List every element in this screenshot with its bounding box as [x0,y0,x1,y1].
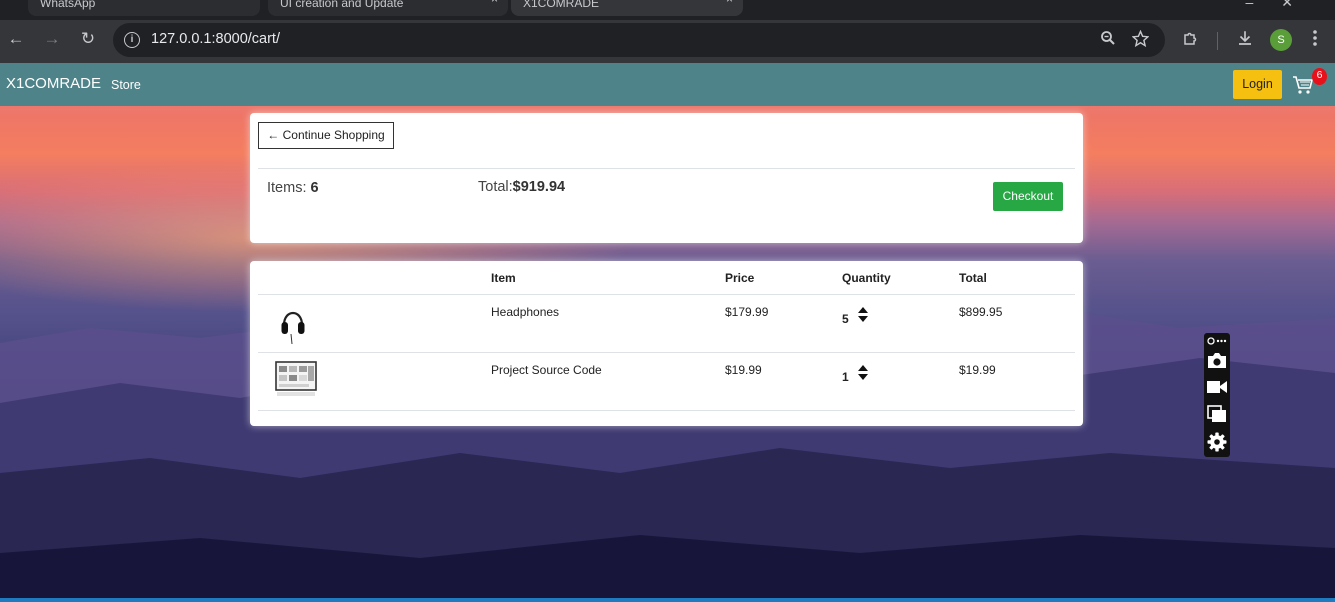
arrow-up-icon[interactable] [858,365,868,371]
quantity-stepper[interactable] [858,365,868,381]
cart-icon[interactable] [1292,75,1314,95]
quantity-stepper[interactable] [858,307,868,323]
tab-label: X1COMRADE [523,0,600,10]
cart-items-card: Item Price Quantity Total Headphones $17… [250,261,1083,426]
video-record-icon[interactable] [1207,379,1227,395]
total-label-text: Total: [478,179,513,195]
back-arrow-icon[interactable]: ← [5,28,27,50]
item-name[interactable]: Headphones [491,305,559,319]
tab-label: WhatsApp [40,0,96,10]
forward-arrow-icon[interactable]: → [41,28,63,50]
tab-label: UI creation and Update [280,0,404,10]
cart-count-badge: 6 [1312,68,1327,85]
items-label-text: Items: [267,180,311,196]
row-divider [258,352,1075,353]
camera-icon[interactable] [1207,351,1227,369]
arrow-down-icon[interactable] [858,316,868,322]
login-button[interactable]: Login [1233,70,1282,99]
order-total-label: Total:$919.94 [478,179,565,195]
site-navbar: X1COMRADE Store Login 6 [0,63,1335,106]
arrow-up-icon[interactable] [858,307,868,313]
browser-tabstrip: WhatsApp UI creation and Update × X1COMRA… [0,0,1335,20]
column-header-quantity: Quantity [842,271,891,285]
url-text[interactable]: 127.0.0.1:8000/cart/ [151,31,280,47]
items-count-label: Items: 6 [267,180,319,196]
divider [258,168,1075,169]
capture-extension-toolbar [1204,333,1230,457]
item-price: $19.99 [725,363,762,377]
items-count-value: 6 [310,180,319,196]
nav-link-store[interactable]: Store [111,78,141,92]
settings-gear-icon[interactable] [1207,432,1227,452]
site-info-icon[interactable]: i [124,32,140,48]
zoom-icon[interactable] [1100,30,1116,51]
item-quantity: 1 [842,370,849,384]
extension-more-icon[interactable] [1207,336,1227,346]
taskbar-edge [0,598,1335,602]
close-icon[interactable]: × [491,0,498,5]
column-header-price: Price [725,271,755,285]
profile-avatar[interactable]: S [1270,29,1292,51]
arrow-down-icon[interactable] [858,374,868,380]
item-price: $179.99 [725,305,769,319]
headphones-icon [281,311,305,345]
copy-window-icon[interactable] [1207,405,1227,423]
bookmark-star-icon[interactable] [1131,29,1150,52]
monitor-screenshot-icon [275,361,317,396]
reload-icon[interactable]: ↻ [77,28,99,50]
row-divider [258,410,1075,411]
browser-toolbar: ← → ↻ i 127.0.0.1:8000/cart/ S [0,20,1335,63]
item-name[interactable]: Project Source Code [491,363,602,377]
toolbar-divider [1217,32,1218,50]
address-bar[interactable]: i 127.0.0.1:8000/cart/ [113,23,1165,57]
extensions-puzzle-icon[interactable] [1182,29,1200,52]
continue-shopping-button[interactable]: ← Continue Shopping [258,122,394,149]
menu-kebab-icon[interactable] [1312,29,1318,52]
page-viewport: X1COMRADE Store Login 6 ← Continue Shopp… [0,63,1335,598]
window-controls[interactable]: –✕ [1245,0,1321,11]
column-header-item: Item [491,271,516,285]
row-divider [258,294,1075,295]
browser-tab-active[interactable]: X1COMRADE × [511,0,743,16]
cart-summary-card: ← Continue Shopping Items: 6 Total:$919.… [250,113,1083,243]
browser-tab-whatsapp[interactable]: WhatsApp [28,0,260,16]
download-icon[interactable] [1236,29,1254,52]
item-total: $899.95 [959,305,1003,319]
checkout-button[interactable]: Checkout [993,182,1063,211]
item-quantity: 5 [842,312,849,326]
browser-tab-ui-creation[interactable]: UI creation and Update × [268,0,508,16]
brand-logo[interactable]: X1COMRADE [6,75,101,92]
order-total-value: $919.94 [512,179,566,195]
column-header-total: Total [959,271,987,285]
close-icon[interactable]: × [726,0,733,5]
item-total: $19.99 [959,363,996,377]
